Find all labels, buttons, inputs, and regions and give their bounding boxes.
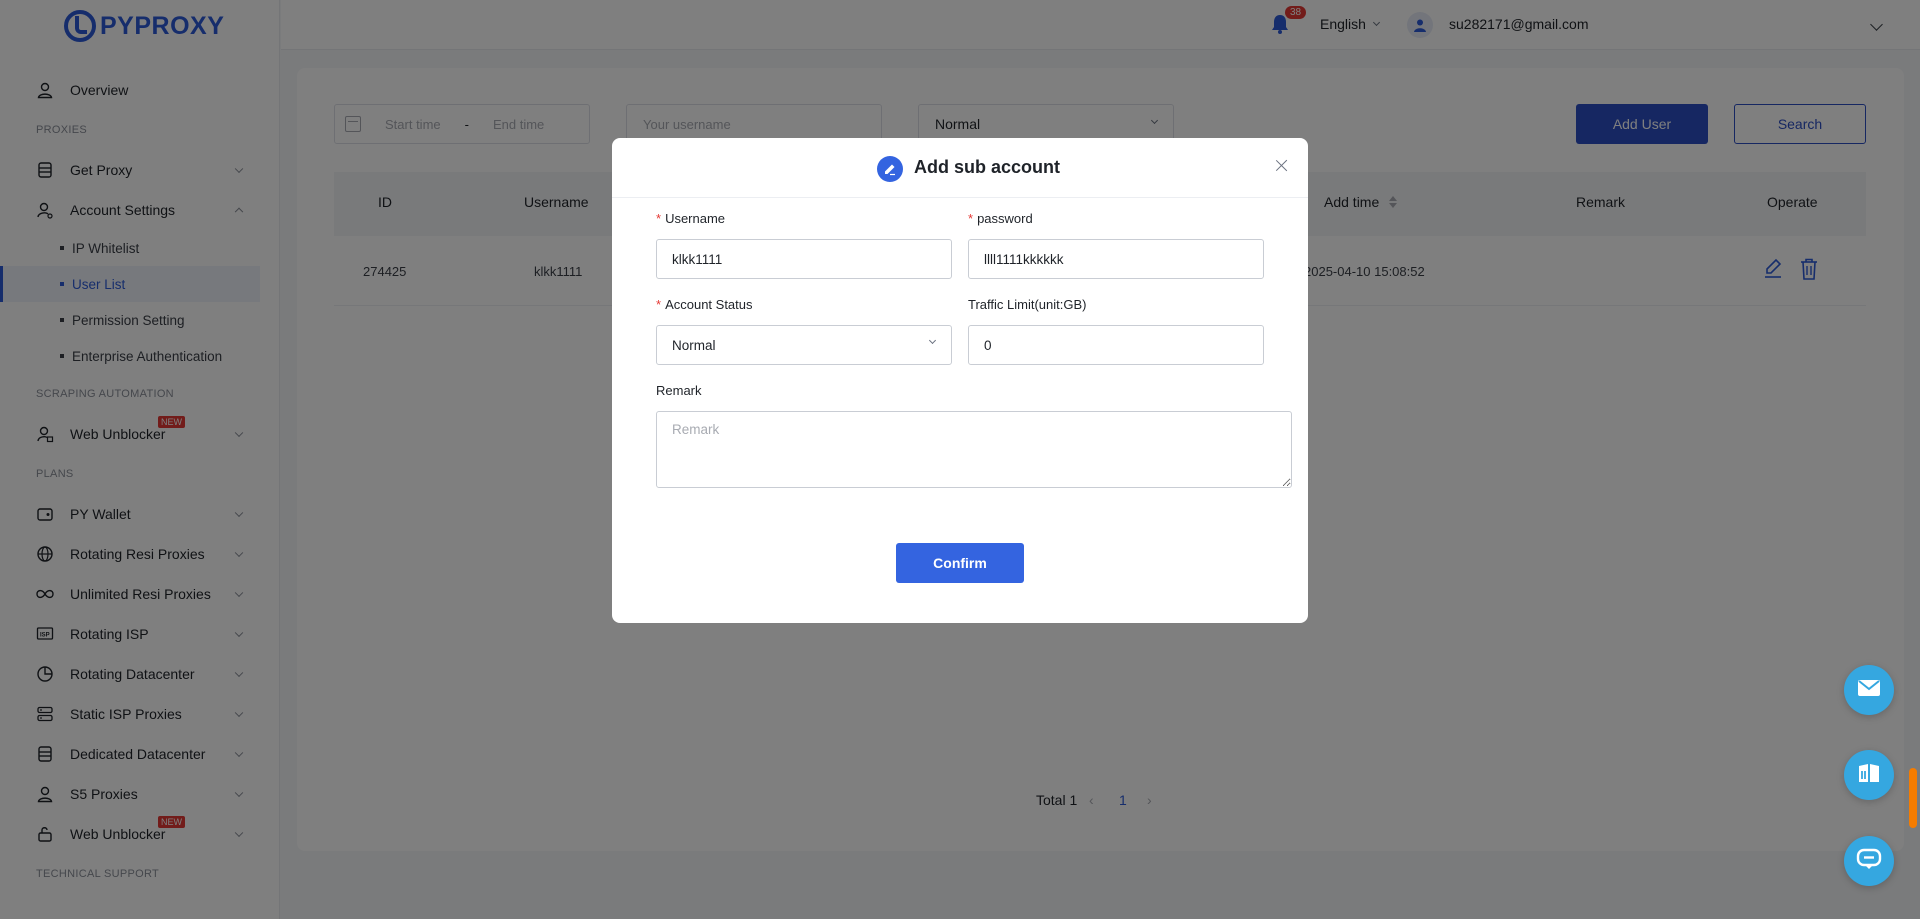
username-field[interactable]: klkk1111 <box>656 239 952 279</box>
required-marker: * <box>656 211 662 226</box>
account-status-label: * Account Status <box>656 297 753 312</box>
password-label: * password <box>968 211 1033 226</box>
add-sub-account-modal: Add sub account * Username klkk1111 * pass… <box>612 138 1308 623</box>
remark-label: Remark <box>656 383 702 398</box>
traffic-limit-field[interactable]: 0 <box>968 325 1264 365</box>
required-marker: * <box>656 297 662 312</box>
book-icon <box>1857 762 1881 789</box>
modal-title: Add sub account <box>914 157 1061 177</box>
account-status-select[interactable]: Normal <box>656 325 952 365</box>
scrollbar[interactable] <box>1909 768 1917 828</box>
username-label: * Username <box>656 211 725 226</box>
modal-header: Add sub account <box>612 138 1308 198</box>
confirm-button[interactable]: Confirm <box>896 543 1024 583</box>
account-status-value: Normal <box>672 337 716 353</box>
remark-textarea[interactable] <box>656 411 1292 488</box>
chat-button[interactable] <box>1844 836 1894 886</box>
chat-icon <box>1856 848 1882 875</box>
username-label-text: Username <box>665 211 726 226</box>
account-status-label-text: Account Status <box>665 297 753 312</box>
mail-icon <box>1857 679 1881 702</box>
password-label-text: password <box>977 211 1033 226</box>
close-icon[interactable] <box>1274 158 1290 174</box>
docs-button[interactable] <box>1844 750 1894 800</box>
traffic-limit-label: Traffic Limit(unit:GB) <box>968 297 1087 312</box>
password-field[interactable]: llll1111kkkkkk <box>968 239 1264 279</box>
chevron-down-icon <box>928 336 937 345</box>
required-marker: * <box>968 211 974 226</box>
edit-icon <box>877 156 903 182</box>
mail-button[interactable] <box>1844 665 1894 715</box>
